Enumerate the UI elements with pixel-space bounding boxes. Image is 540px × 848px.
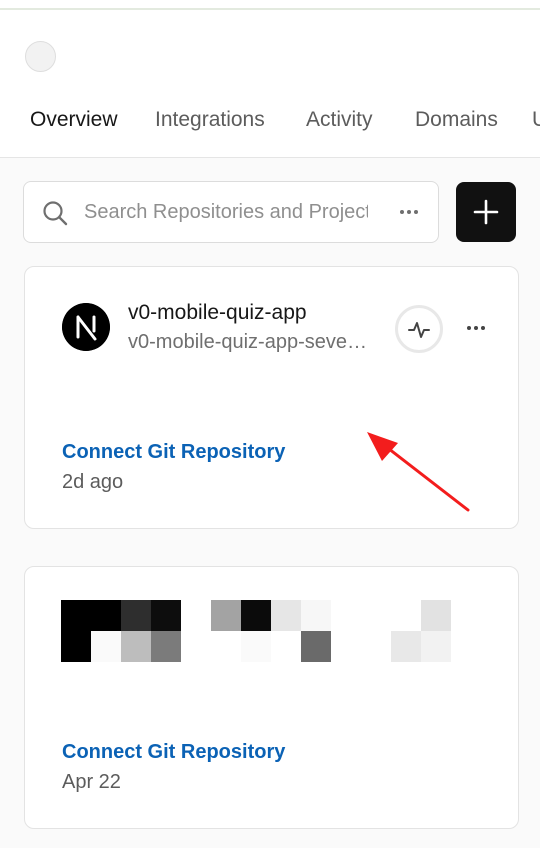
plus-icon [473,199,499,225]
more-options-icon[interactable] [394,199,424,225]
last-updated-date: 2d ago [62,471,124,493]
top-accent-line [0,8,540,10]
last-updated-date: Apr 22 [62,771,121,793]
pulse-icon [408,322,430,338]
add-new-button[interactable] [456,182,516,242]
tab-domains[interactable]: Domains [415,108,498,132]
project-card[interactable]: Connect Git Repository Apr 22 [24,566,519,829]
avatar[interactable] [25,41,56,72]
header: Overview Integrations Activity Domains U [0,0,540,158]
tab-overview[interactable]: Overview [30,108,118,132]
search-input[interactable] [84,194,368,230]
activity-button[interactable] [395,305,443,353]
connect-git-repository-link[interactable]: Connect Git Repository [62,441,285,464]
project-thumbnail [61,600,451,662]
tab-activity[interactable]: Activity [306,108,373,132]
tab-integrations[interactable]: Integrations [155,108,265,132]
search-box [23,181,439,243]
connect-git-repository-link[interactable]: Connect Git Repository [62,741,285,764]
tab-usage[interactable]: U [532,108,540,132]
more-options-icon[interactable] [461,315,491,341]
tab-bar: Overview Integrations Activity Domains U [0,108,540,138]
project-name[interactable]: v0-mobile-quiz-app [128,301,307,325]
annotation-arrow [367,432,470,512]
nextjs-icon [62,303,110,351]
search-icon [43,201,68,226]
project-url[interactable]: v0-mobile-quiz-app-seven.vercel.app [128,331,368,354]
